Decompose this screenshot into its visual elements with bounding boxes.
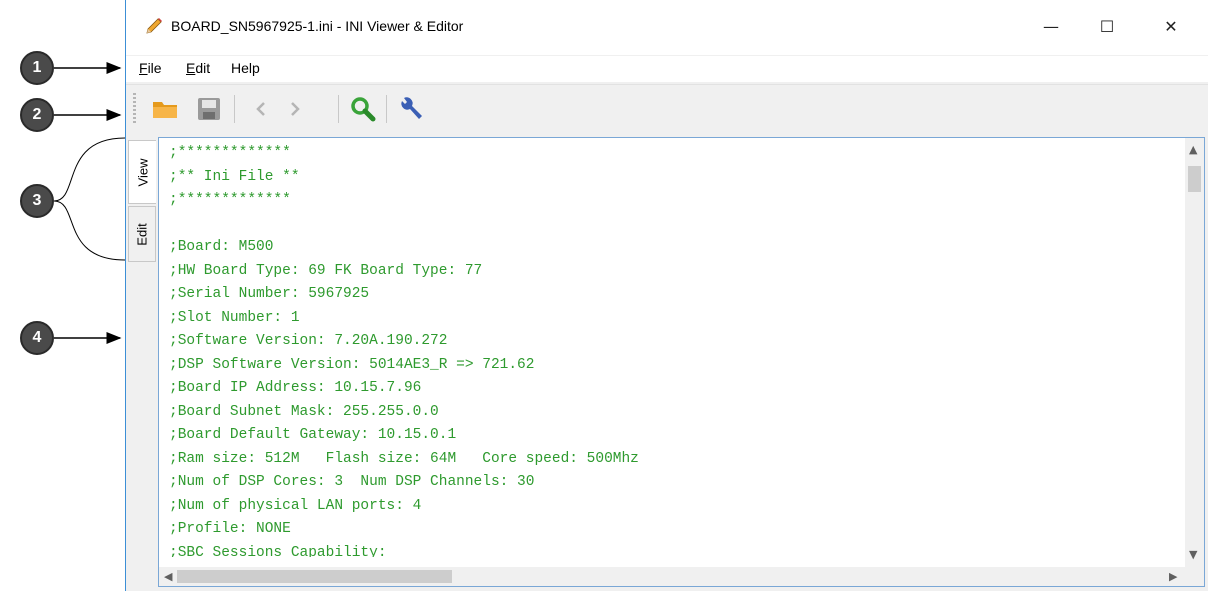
code-line: ;** Ini File ** [169, 168, 300, 185]
tab-view[interactable]: View [128, 140, 156, 204]
ini-viewer-panel[interactable]: ;************* ;** Ini File ** ;********… [158, 137, 1205, 587]
code-line: ;Num of DSP Cores: 3 Num DSP Channels: 3… [169, 474, 535, 490]
open-folder-icon[interactable] [148, 93, 182, 125]
vertical-scroll-thumb[interactable] [1188, 166, 1201, 192]
toolbar-separator [338, 95, 339, 123]
forward-icon[interactable] [278, 93, 312, 125]
code-line: ;DSP Software Version: 5014AE3_R => 721.… [169, 356, 535, 373]
horizontal-scrollbar[interactable]: ◀ ▶ [159, 567, 1187, 586]
vertical-scrollbar[interactable]: ▲ ▼ [1185, 138, 1204, 568]
toolbar-separator [234, 95, 235, 123]
scroll-up-icon[interactable]: ▲ [1189, 143, 1197, 156]
tab-edit[interactable]: Edit [128, 206, 156, 262]
code-line: ;Board Subnet Mask: 255.255.0.0 [169, 403, 439, 420]
minimize-button[interactable]: — [1028, 10, 1074, 42]
code-line: ;************* [169, 192, 291, 208]
code-line: ;Profile: NONE [169, 521, 291, 537]
tab-view-label: View [135, 158, 151, 186]
callout-1: 1 [20, 51, 54, 85]
horizontal-scroll-thumb[interactable] [177, 570, 452, 583]
scroll-right-icon[interactable]: ▶ [1169, 570, 1177, 583]
back-icon[interactable] [244, 93, 278, 125]
tab-edit-label: Edit [134, 222, 150, 246]
code-line: ;Ram size: 512M Flash size: 64M Core spe… [169, 450, 639, 467]
code-line: ;Serial Number: 5967925 [169, 286, 370, 302]
callout-2: 2 [20, 98, 54, 132]
settings-wrench-icon[interactable] [394, 93, 428, 125]
window-title: BOARD_SN5967925-1.ini - INI Viewer & Edi… [171, 18, 464, 34]
menu-file[interactable]: File [139, 60, 162, 76]
code-line: ;************* [169, 145, 291, 161]
toolbar-separator [386, 95, 387, 123]
ini-content[interactable]: ;************* ;** Ini File ** ;********… [169, 142, 1174, 557]
code-line: ;Num of physical LAN ports: 4 [169, 497, 422, 514]
app-window: BOARD_SN5967925-1.ini - INI Viewer & Edi… [125, 0, 1208, 591]
menu-bar: File Edit Help [126, 56, 1208, 82]
code-line: ;Software Version: 7.20A.190.272 [169, 333, 448, 349]
code-line: ;Slot Number: 1 [169, 309, 300, 326]
callout-3-brace-bottom [53, 200, 126, 261]
menu-help[interactable]: Help [231, 60, 260, 76]
callout-4: 4 [20, 321, 54, 355]
scrollbar-corner [1185, 567, 1204, 586]
scroll-left-icon[interactable]: ◀ [164, 570, 172, 583]
callout-3-brace-top [53, 137, 126, 202]
code-line: ;Board Default Gateway: 10.15.0.1 [169, 427, 457, 443]
code-line: ;Board IP Address: 10.15.7.96 [169, 380, 422, 396]
save-icon[interactable] [192, 93, 226, 125]
title-bar[interactable]: BOARD_SN5967925-1.ini - INI Viewer & Edi… [126, 0, 1208, 55]
scroll-down-icon[interactable]: ▼ [1189, 548, 1197, 561]
callout-3: 3 [20, 184, 54, 218]
toolbar-grip[interactable] [133, 93, 136, 125]
maximize-button[interactable]: ☐ [1084, 10, 1130, 42]
close-button[interactable]: ✕ [1148, 10, 1194, 42]
code-line: ;HW Board Type: 69 FK Board Type: 77 [169, 262, 483, 279]
toolbar [126, 84, 1208, 133]
menu-edit[interactable]: Edit [186, 60, 210, 76]
pencil-icon [146, 18, 162, 34]
code-line: ;SBC Sessions Capability: [169, 544, 387, 558]
search-icon[interactable] [346, 93, 380, 125]
code-line: ;Board: M500 [169, 239, 274, 255]
